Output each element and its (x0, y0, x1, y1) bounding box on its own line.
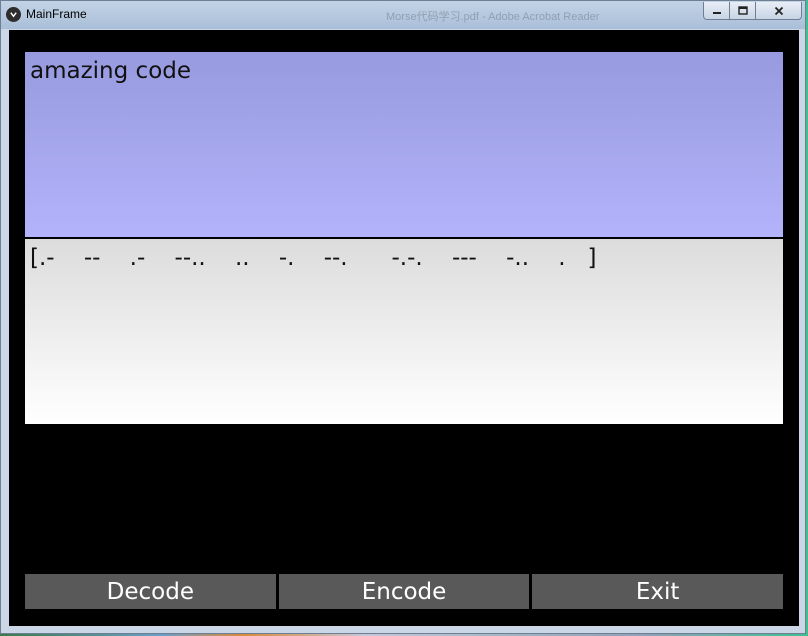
app-icon (6, 7, 21, 22)
input-text: amazing code (30, 58, 192, 84)
minimize-icon (712, 11, 721, 14)
minimize-button[interactable] (703, 2, 730, 20)
close-icon (774, 6, 783, 15)
input-text-area[interactable]: amazing code (25, 52, 783, 237)
maximize-button[interactable] (730, 2, 756, 20)
main-window: MainFrame Morse代码学习.pdf - Adobe Acrobat … (0, 0, 806, 634)
encode-button[interactable]: Encode (278, 574, 530, 609)
client-area: amazing code [.- -- .- --.. .. -. --. -.… (9, 30, 799, 626)
decode-button[interactable]: Decode (25, 574, 276, 609)
window-title: MainFrame (26, 7, 87, 21)
exit-button[interactable]: Exit (532, 574, 784, 609)
output-text-area[interactable]: [.- -- .- --.. .. -. --. -.-. --- -.. . … (25, 239, 783, 424)
maximize-icon (737, 5, 748, 15)
close-button[interactable] (756, 2, 802, 20)
title-bar[interactable]: MainFrame Morse代码学习.pdf - Adobe Acrobat … (1, 1, 805, 29)
button-bar: Decode Encode Exit (25, 574, 784, 609)
background-window-title: Morse代码学习.pdf - Adobe Acrobat Reader (386, 11, 600, 23)
output-text: [.- -- .- --.. .. -. --. -.-. --- -.. . … (30, 245, 597, 271)
